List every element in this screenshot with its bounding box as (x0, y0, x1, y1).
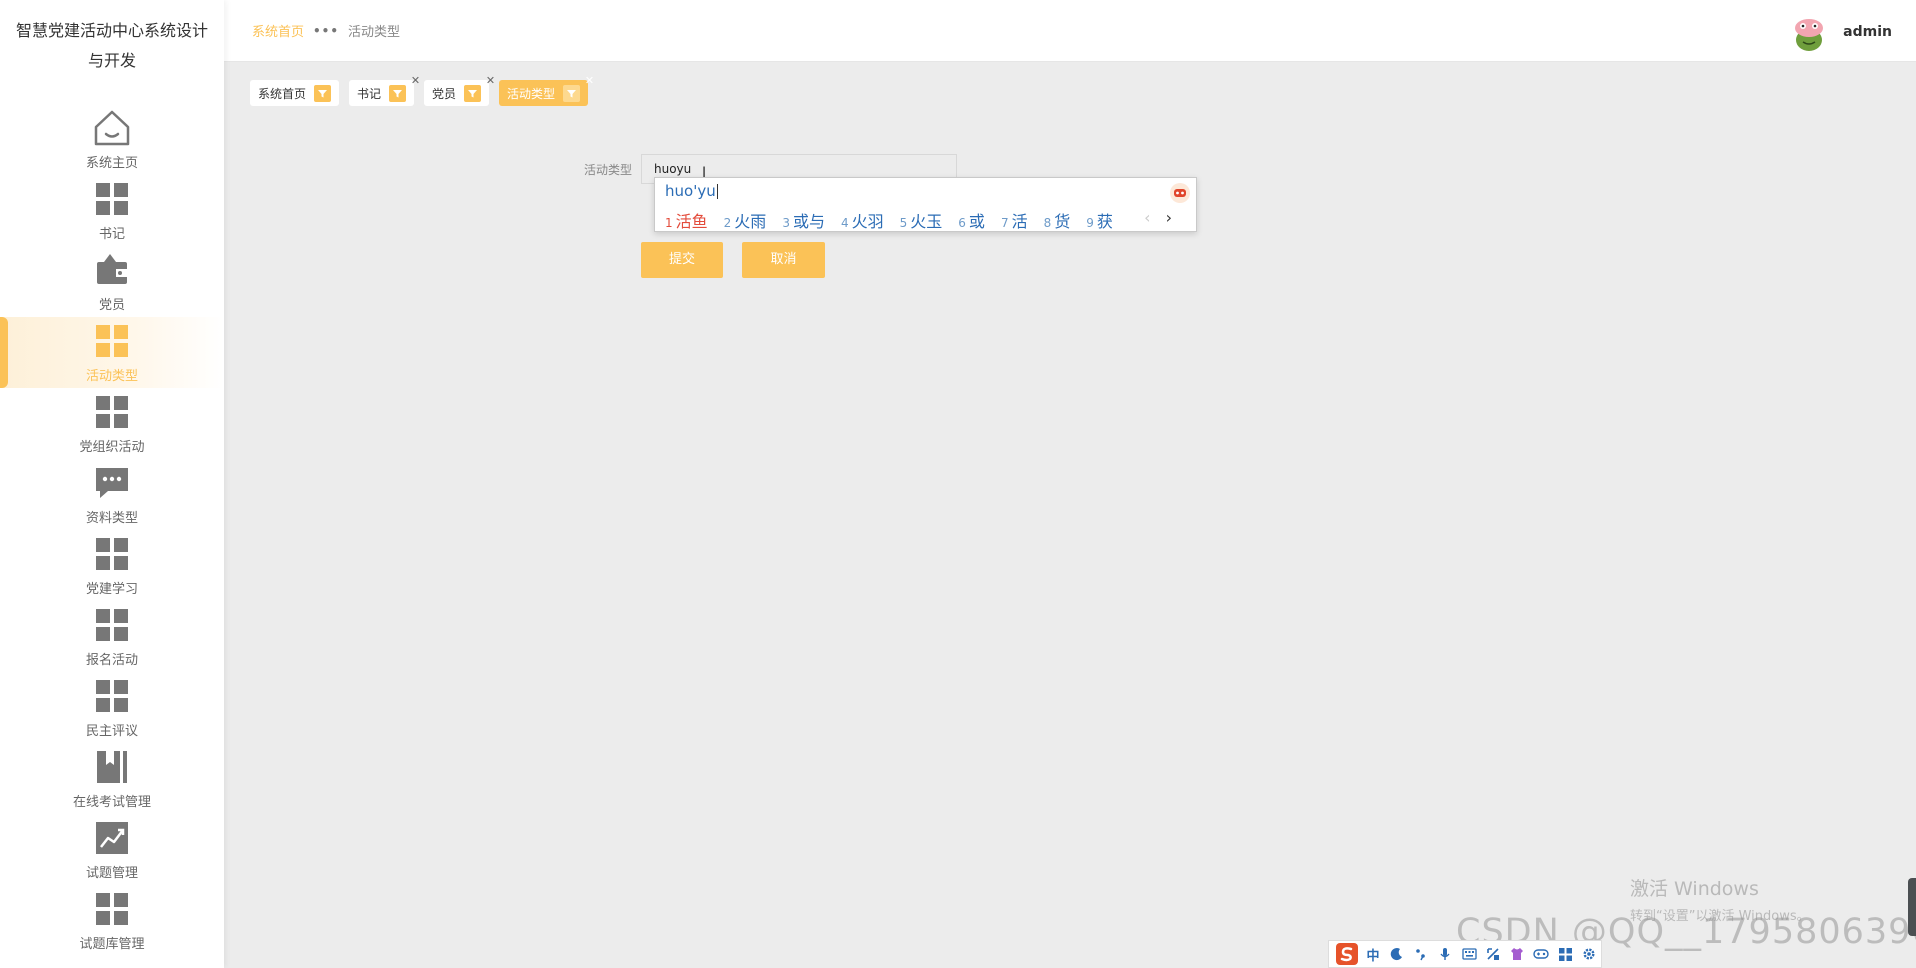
sidebar-item-label: 党建学习 (85, 582, 138, 597)
side-panel-handle[interactable] (1908, 878, 1916, 936)
sidebar-item-label: 在线考试管理 (72, 795, 151, 810)
sidebar-item-label: 党组织活动 (79, 440, 145, 455)
avatar (1789, 12, 1829, 52)
tab-member[interactable]: 党员 ✕ (424, 75, 495, 106)
skin-icon[interactable] (1505, 942, 1529, 966)
ime-next-page-icon[interactable]: › (1166, 208, 1172, 227)
gamepad-icon[interactable] (1529, 942, 1553, 966)
chat-bubble-icon (92, 463, 132, 503)
tab-activity-type[interactable]: 活动类型 ✕ (499, 75, 594, 106)
ime-candidate[interactable]: 2 火雨 (724, 208, 767, 232)
breadcrumb-current: 活动类型 (348, 25, 401, 40)
grid-icon (92, 534, 132, 574)
sidebar-item-online-exam[interactable]: 在线考试管理 (0, 743, 224, 814)
breadcrumb-home-link[interactable]: 系统首页 (252, 21, 304, 40)
user-menu[interactable]: admin (1789, 12, 1892, 52)
breadcrumb-separator: ••• (313, 23, 340, 38)
ime-candidate[interactable]: 9获 (1086, 208, 1113, 232)
app-title: 智慧党建活动中心系统设计与开发 (15, 21, 208, 70)
sidebar-item-label: 党员 (98, 298, 125, 313)
book-icon (92, 747, 132, 787)
ime-candidate[interactable]: 8货 (1044, 208, 1071, 232)
tab-home[interactable]: 系统首页 (250, 80, 340, 106)
ime-candidate-list: 1 活鱼 2 火雨 3 或与 4 火羽 5 火玉 6或 7活 8货 9获 (665, 208, 1129, 232)
sidebar-item-question-manage[interactable]: 试题管理 (0, 814, 224, 885)
tab-filter-icon (563, 84, 581, 102)
tab-close-icon[interactable]: ✕ (585, 75, 594, 86)
tab-close-icon[interactable]: ✕ (486, 75, 495, 86)
activate-title: 激活 Windows (1630, 878, 1759, 900)
apps-grid-icon[interactable] (1553, 942, 1577, 966)
grid-icon (92, 676, 132, 716)
ime-prev-page-icon[interactable]: ‹ (1144, 208, 1150, 227)
ime-candidate[interactable]: 7活 (1001, 208, 1028, 232)
ime-candidate[interactable]: 3 或与 (782, 208, 825, 232)
tab-filter-icon (464, 84, 482, 102)
sidebar-item-party-study[interactable]: 党建学习 (0, 530, 224, 601)
sidebar-item-label: 书记 (98, 227, 125, 242)
grid-icon (92, 605, 132, 645)
tools-icon[interactable] (1481, 942, 1505, 966)
ime-chinese-mode-toggle[interactable]: 中 (1361, 942, 1385, 966)
grid-icon (92, 889, 132, 929)
keyboard-icon[interactable] (1457, 942, 1481, 966)
ime-candidate-popup: huo'yu 1 活鱼 2 火雨 3 或与 4 火羽 5 火玉 6或 7活 8货 9获 ‹… (654, 177, 1197, 232)
sidebar-item-material-type[interactable]: 资料类型 (0, 459, 224, 530)
wallet-icon (92, 250, 132, 290)
activity-type-label: 活动类型 (583, 162, 632, 177)
sidebar-item-signup-activity[interactable]: 报名活动 (0, 601, 224, 672)
ime-page-arrows: ‹ › (1144, 208, 1172, 227)
grid-icon (92, 392, 132, 432)
tab-bar: 系统首页 书记 ✕ 党员 ✕ 活动类型 ✕ (250, 75, 598, 106)
sidebar-item-label: 报名活动 (85, 653, 138, 668)
sidebar-item-label: 试题管理 (85, 866, 138, 881)
sidebar-item-secretary[interactable]: 书记 (0, 175, 224, 246)
moon-icon[interactable] (1385, 942, 1409, 966)
tab-filter-icon (389, 84, 407, 102)
ime-toolbar: 中 (1328, 940, 1602, 968)
sidebar-item-member[interactable]: 党员 (0, 246, 224, 317)
tab-label: 系统首页 (258, 86, 307, 101)
sidebar-item-party-org-activity[interactable]: 党组织活动 (0, 388, 224, 459)
punctuation-icon[interactable] (1409, 942, 1433, 966)
ime-candidate[interactable]: 5 火玉 (900, 208, 943, 232)
sidebar-item-label: 民主评议 (85, 724, 138, 739)
sogou-logo-icon[interactable] (1333, 941, 1361, 967)
home-icon (92, 108, 132, 148)
grid-icon (92, 321, 132, 361)
chart-icon (92, 818, 132, 858)
tab-label: 活动类型 (507, 86, 556, 101)
sogou-ime-icon[interactable] (1170, 183, 1190, 203)
submit-button[interactable]: 提交 (641, 242, 723, 278)
sidebar-item-label: 活动类型 (85, 369, 138, 384)
username: admin (1843, 24, 1892, 40)
ime-candidate[interactable]: 1 活鱼 (665, 208, 708, 232)
settings-gear-icon[interactable] (1577, 942, 1601, 966)
tab-close-icon[interactable]: ✕ (411, 75, 420, 86)
breadcrumb: 系统首页 ••• 活动类型 (252, 21, 401, 41)
tab-label: 党员 (432, 86, 457, 101)
sidebar-item-question-bank[interactable]: 试题库管理 (0, 885, 224, 956)
microphone-icon[interactable] (1433, 942, 1457, 966)
sidebar-item-label: 试题库管理 (79, 937, 145, 952)
grid-icon (92, 179, 132, 219)
sidebar: 智慧党建活动中心系统设计与开发 系统主页 书记 党员 活动类型 党组织活动 资料… (0, 0, 224, 968)
sidebar-item-label: 系统主页 (85, 156, 138, 171)
tab-label: 书记 (357, 86, 382, 101)
sidebar-item-home[interactable]: 系统主页 (0, 104, 224, 175)
tab-secretary[interactable]: 书记 ✕ (349, 75, 420, 106)
tab-filter-icon (314, 84, 332, 102)
sidebar-item-label: 资料类型 (85, 511, 138, 526)
ime-candidate[interactable]: 4 火羽 (841, 208, 884, 232)
sidebar-nav: 系统主页 书记 党员 活动类型 党组织活动 资料类型 党建学习 报名活动 民主评… (0, 104, 224, 956)
sidebar-item-democratic-review[interactable]: 民主评议 (0, 672, 224, 743)
ime-candidate[interactable]: 6或 (958, 208, 985, 232)
ime-composition: huo'yu (665, 182, 716, 200)
sidebar-item-activity-type[interactable]: 活动类型 (0, 317, 224, 388)
top-header: 系统首页 ••• 活动类型 admin (224, 0, 1916, 62)
cancel-button[interactable]: 取消 (742, 242, 825, 278)
